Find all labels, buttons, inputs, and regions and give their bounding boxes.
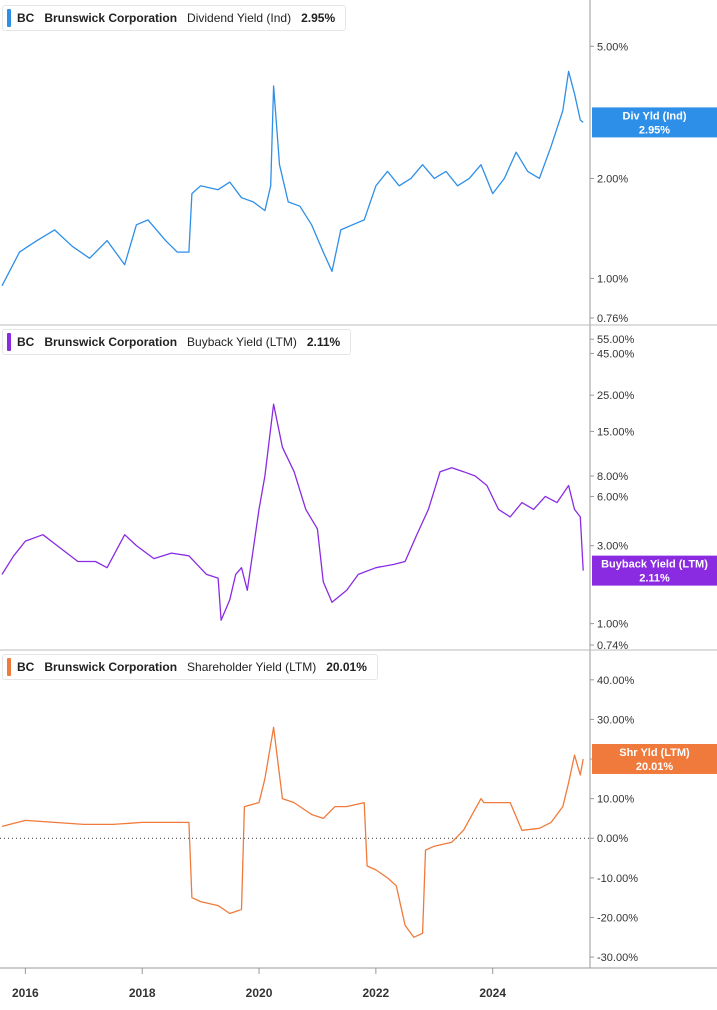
legend-ticker: BC <box>17 660 35 674</box>
y-tick-label: 3.00% <box>597 541 628 553</box>
legend-metric: Shareholder Yield (LTM) <box>187 660 317 674</box>
value-badge-title: Buyback Yield (LTM) <box>601 559 708 571</box>
legend-buyback-yield[interactable]: BC Brunswick Corporation Buyback Yield (… <box>2 329 352 355</box>
legend-company: Brunswick Corporation <box>44 11 178 25</box>
legend-value: 20.01% <box>326 660 367 674</box>
legend-dividend-yield[interactable]: BC Brunswick Corporation Dividend Yield … <box>2 5 347 31</box>
legend-value: 2.11% <box>306 335 341 349</box>
legend-ticker: BC <box>17 335 35 349</box>
value-badge-title: Div Yld (Ind) <box>623 110 687 122</box>
y-tick-label: -20.00% <box>597 912 638 924</box>
series-line <box>1 403 584 621</box>
x-tick-label: 2020 <box>246 986 273 1000</box>
legend-color-swatch <box>7 658 11 676</box>
x-tick-label: 2018 <box>129 986 156 1000</box>
x-tick-label: 2016 <box>12 986 39 1000</box>
series-line <box>1 726 584 938</box>
y-tick-label: 15.00% <box>597 426 635 438</box>
value-badge-value: 20.01% <box>636 761 674 773</box>
y-tick-label: 30.00% <box>597 714 635 726</box>
y-tick-label: 1.00% <box>597 619 628 631</box>
series-line <box>1 70 584 287</box>
y-tick-label: -10.00% <box>597 873 638 885</box>
x-tick-label: 2024 <box>479 986 506 1000</box>
y-tick-label: 45.00% <box>597 348 635 360</box>
chart-stage: 5.00% 2.00% 1.00% 0.76% Div Yld (Ind) 2.95% 55… <box>0 0 717 1005</box>
y-tick-label: 1.00% <box>597 273 628 285</box>
y-tick-label: 40.00% <box>597 675 635 687</box>
value-badge-title: Shr Yld (LTM) <box>619 747 690 759</box>
legend-metric: Buyback Yield (LTM) <box>187 335 297 349</box>
y-tick-label: 0.76% <box>597 313 628 325</box>
y-tick-label: 0.00% <box>597 833 628 845</box>
legend-company: Brunswick Corporation <box>44 660 178 674</box>
legend-company: Brunswick Corporation <box>44 335 178 349</box>
legend-color-swatch <box>7 333 11 351</box>
y-tick-label: -30.00% <box>597 952 638 964</box>
y-tick-label: 25.00% <box>597 390 635 402</box>
y-tick-label: 55.00% <box>597 334 635 346</box>
legend-metric: Dividend Yield (Ind) <box>187 11 292 25</box>
legend-ticker: BC <box>17 11 35 25</box>
legend-value: 2.95% <box>301 11 336 25</box>
y-tick-label: 6.00% <box>597 491 628 503</box>
value-badge-value: 2.11% <box>639 573 670 585</box>
y-tick-label: 2.00% <box>597 173 628 185</box>
y-tick-label: 5.00% <box>597 41 628 53</box>
x-tick-label: 2022 <box>363 986 390 1000</box>
chart-svg: 5.00% 2.00% 1.00% 0.76% Div Yld (Ind) 2.95% 55… <box>0 0 717 1000</box>
value-badge-value: 2.95% <box>639 124 670 136</box>
y-tick-label: 0.74% <box>597 640 628 652</box>
legend-shareholder-yield[interactable]: BC Brunswick Corporation Shareholder Yie… <box>2 654 378 680</box>
y-tick-label: 8.00% <box>597 471 628 483</box>
y-tick-label: 10.00% <box>597 794 635 806</box>
legend-color-swatch <box>7 9 11 27</box>
